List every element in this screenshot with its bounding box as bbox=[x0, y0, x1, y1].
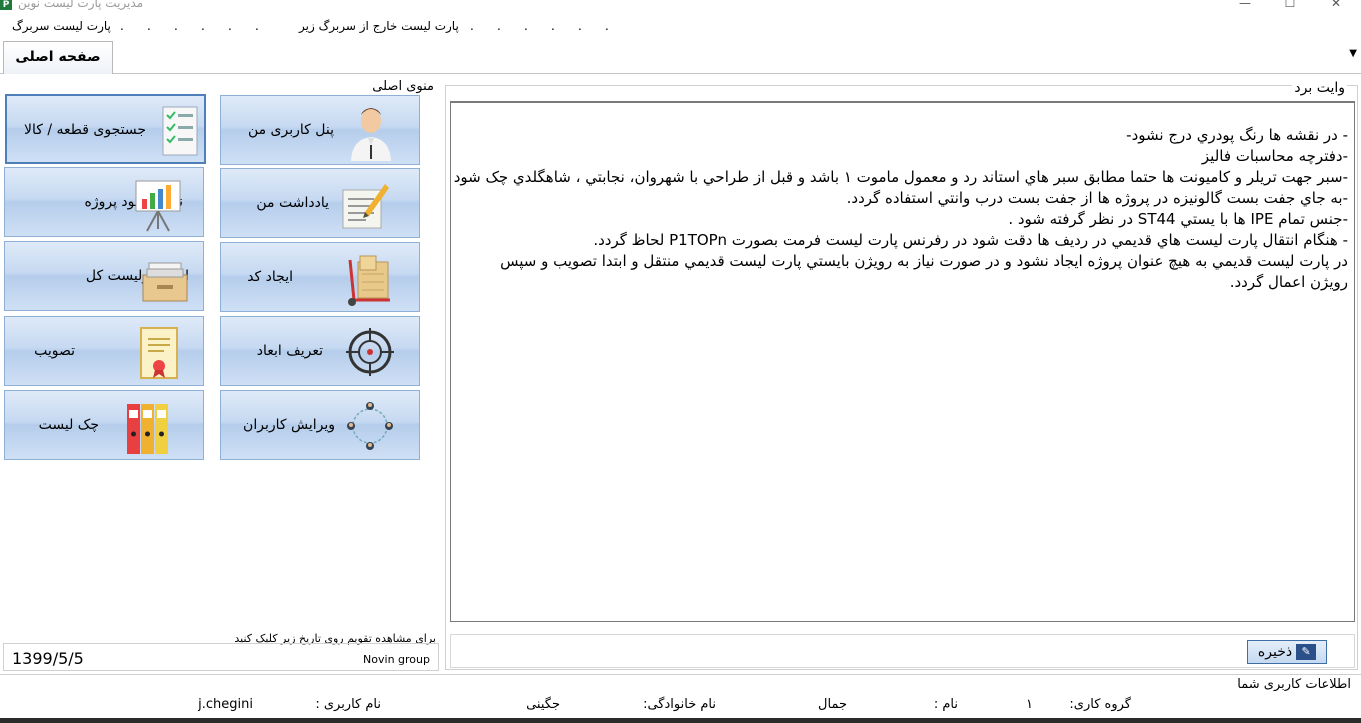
menu-item-header-partlist[interactable]: پارت لیست سربرگ bbox=[12, 19, 111, 33]
menu-item-blank-1[interactable]: . bbox=[120, 19, 124, 33]
username-value: j.chegini bbox=[198, 697, 253, 712]
whiteboard-line: -دفترچه محاسبات فالیز bbox=[1201, 147, 1348, 165]
calendar-date[interactable]: 1399/5/5 bbox=[12, 649, 84, 668]
last-name-label: نام خانوادگی: bbox=[643, 697, 716, 712]
tile-label: جستجوی قطعه / کالا bbox=[23, 122, 146, 138]
menu-item-blank-7[interactable]: . bbox=[470, 19, 474, 33]
menu-item-blank-12[interactable]: . bbox=[605, 19, 609, 33]
tile-project-improvement-tips[interactable]: نکات بهبود پروژه bbox=[4, 167, 204, 237]
users-network-icon bbox=[345, 396, 395, 456]
menu-item-outside-partlist[interactable]: پارت لیست خارج از سربرگ زیر bbox=[299, 19, 459, 33]
close-button[interactable]: ✕ bbox=[1321, 0, 1351, 12]
user-info-caption: اطلاعات کاربری شما bbox=[1237, 677, 1351, 692]
binders-icon bbox=[123, 396, 173, 456]
hand-truck-icon bbox=[344, 248, 394, 308]
whiteboard-line: - هنگام انتقال پارت ليست هاي قديمي در رد… bbox=[593, 231, 1348, 249]
last-name-value: جگینی bbox=[526, 697, 560, 712]
chart-board-icon bbox=[133, 173, 183, 233]
note-pencil-icon bbox=[339, 174, 389, 234]
taskbar-edge bbox=[0, 718, 1361, 723]
tile-label: تعریف ابعاد bbox=[256, 343, 323, 359]
file-drawer-icon bbox=[139, 247, 189, 307]
tile-approve[interactable]: تصویب bbox=[4, 316, 204, 386]
save-button[interactable]: ✎ذخیره bbox=[1247, 640, 1327, 664]
tab-strip: صفحه اصلی ▼ bbox=[0, 38, 1361, 74]
main-menu-caption: منوی اصلی bbox=[372, 79, 434, 94]
first-name-label: نام : bbox=[933, 697, 958, 712]
user-info-bar: اطلاعات کاربری شما گروه کاری: ۱ نام : جم… bbox=[0, 674, 1361, 723]
whiteboard-line: -سبر جهت تريلر و كاميونت ها حتما مطابق س… bbox=[453, 168, 1348, 186]
tile-label: ایجاد کد bbox=[247, 269, 293, 285]
maximize-button[interactable]: ☐ bbox=[1275, 0, 1305, 12]
tile-define-dimensions[interactable]: تعریف ابعاد bbox=[220, 316, 420, 386]
menu-item-blank-5[interactable]: . bbox=[228, 19, 232, 33]
window-title: مدیریت پارت لیست نوین bbox=[18, 0, 144, 10]
save-button-label: ذخیره bbox=[1257, 644, 1293, 660]
menu-item-blank-4[interactable]: . bbox=[201, 19, 205, 33]
whiteboard-footer: ✎ذخیره bbox=[450, 634, 1355, 668]
whiteboard-line: رويژن اعمال گردد. bbox=[1229, 273, 1348, 291]
user-avatar-icon bbox=[346, 101, 396, 161]
whiteboard-line: -به جاي جفت بست گالونيزه در پروژه ها از … bbox=[846, 189, 1348, 207]
checklist-icon bbox=[155, 101, 205, 161]
menu-item-blank-9[interactable]: . bbox=[524, 19, 528, 33]
whiteboard-panel: وایت برد - در نقشه ها رنگ پودري درج نشود… bbox=[445, 80, 1358, 670]
first-name-value: جمال bbox=[818, 697, 847, 712]
tile-label: یادداشت من bbox=[256, 195, 329, 211]
tile-my-user-panel[interactable]: پنل کاربری من bbox=[220, 95, 420, 165]
tile-checklist[interactable]: چک لیست bbox=[4, 390, 204, 460]
menu-bar: پارت لیست سربرگ . . . . . . پارت لیست خا… bbox=[0, 17, 1361, 37]
tile-label: ویرایش کاربران bbox=[243, 417, 335, 433]
work-group-label: گروه کاری: bbox=[1069, 697, 1131, 712]
brand-label: Novin group bbox=[363, 653, 430, 666]
certificate-icon bbox=[135, 322, 185, 382]
title-bar: P مدیریت پارت لیست نوین — ☐ ✕ bbox=[0, 0, 1361, 14]
crosshair-icon bbox=[345, 322, 395, 382]
menu-item-blank-2[interactable]: . bbox=[147, 19, 151, 33]
tile-edit-users[interactable]: ویرایش کاربران bbox=[220, 390, 420, 460]
menu-item-blank-6[interactable]: . bbox=[255, 19, 259, 33]
menu-item-blank-3[interactable]: . bbox=[174, 19, 178, 33]
tile-label: چک لیست bbox=[38, 417, 99, 433]
whiteboard-textarea[interactable]: - در نقشه ها رنگ پودري درج نشود- -دفترچه… bbox=[450, 101, 1355, 622]
menu-item-blank-10[interactable]: . bbox=[551, 19, 555, 33]
tile-label: پنل کاربری من bbox=[247, 122, 334, 138]
tile-create-code[interactable]: ایجاد کد bbox=[220, 242, 420, 312]
minimize-button[interactable]: — bbox=[1230, 0, 1260, 12]
chevron-down-icon[interactable]: ▼ bbox=[1349, 48, 1357, 59]
app-logo-icon: P bbox=[0, 0, 12, 10]
username-label: نام کاربری : bbox=[315, 697, 381, 712]
tile-create-full-partlist[interactable]: ایجاد پارلیست کل bbox=[4, 241, 204, 311]
work-group-value: ۱ bbox=[1026, 697, 1033, 712]
tile-search-part[interactable]: جستجوی قطعه / کالا bbox=[5, 94, 206, 164]
pen-icon: ✎ bbox=[1296, 644, 1317, 660]
menu-item-blank-8[interactable]: . bbox=[497, 19, 501, 33]
whiteboard-caption: وایت برد bbox=[1292, 80, 1347, 96]
calendar-box: 1399/5/5 Novin group bbox=[3, 643, 439, 671]
tile-my-notes[interactable]: یادداشت من bbox=[220, 168, 420, 238]
whiteboard-line: -جنس تمام IPE ها با يستي ST44 در نظر گرف… bbox=[1008, 210, 1348, 228]
menu-item-blank-11[interactable]: . bbox=[578, 19, 582, 33]
tile-label: تصویب bbox=[34, 343, 75, 359]
whiteboard-line: در پارت ليست قديمي به هيچ عنوان پروژه اي… bbox=[500, 252, 1348, 270]
tab-home[interactable]: صفحه اصلی bbox=[3, 41, 113, 74]
whiteboard-line: - در نقشه ها رنگ پودري درج نشود- bbox=[1126, 126, 1348, 144]
